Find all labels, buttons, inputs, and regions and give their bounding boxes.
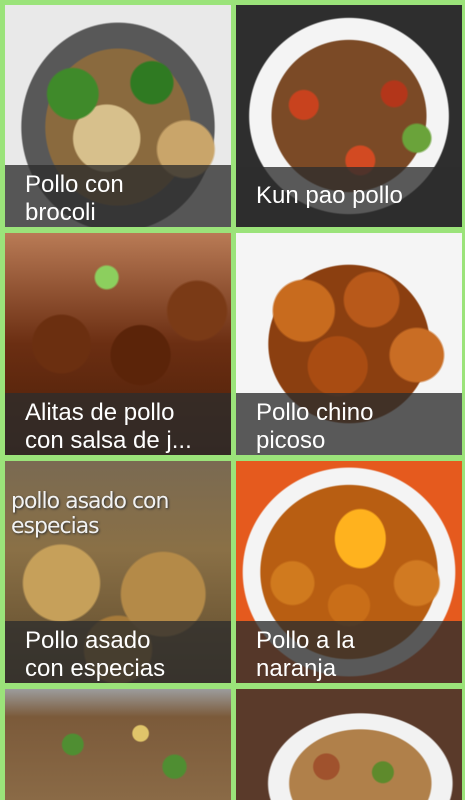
recipe-title: Alitas de pollo con salsa de j... [5,393,231,455]
recipe-title: Pollo con brocoli [5,165,231,227]
recipe-card-fried-rice[interactable] [5,689,231,800]
recipe-title: Pollo a la naranja [236,621,462,683]
photo-overlay-text: pollo asado con especias [11,489,169,539]
recipe-card-alitas-de-pollo[interactable]: Alitas de pollo con salsa de j... [5,233,231,455]
recipe-title: Kun pao pollo [236,167,462,227]
recipe-card-rice-bowl[interactable] [236,689,462,800]
rice-bowl-photo [236,689,462,800]
recipe-card-kun-pao-pollo[interactable]: Kun pao pollo [236,5,462,227]
recipe-grid: Pollo con brocoli Kun pao pollo Alitas d… [0,0,465,800]
fried-rice-photo [5,689,231,800]
recipe-card-pollo-con-brocoli[interactable]: Pollo con brocoli [5,5,231,227]
recipe-title: Pollo asado con especias [5,621,231,683]
recipe-title: Pollo chino picoso [236,393,462,455]
recipe-card-pollo-asado-con-especias[interactable]: pollo asado con especias Pollo asado con… [5,461,231,683]
recipe-card-pollo-a-la-naranja[interactable]: Pollo a la naranja [236,461,462,683]
recipe-card-pollo-chino-picoso[interactable]: Pollo chino picoso [236,233,462,455]
